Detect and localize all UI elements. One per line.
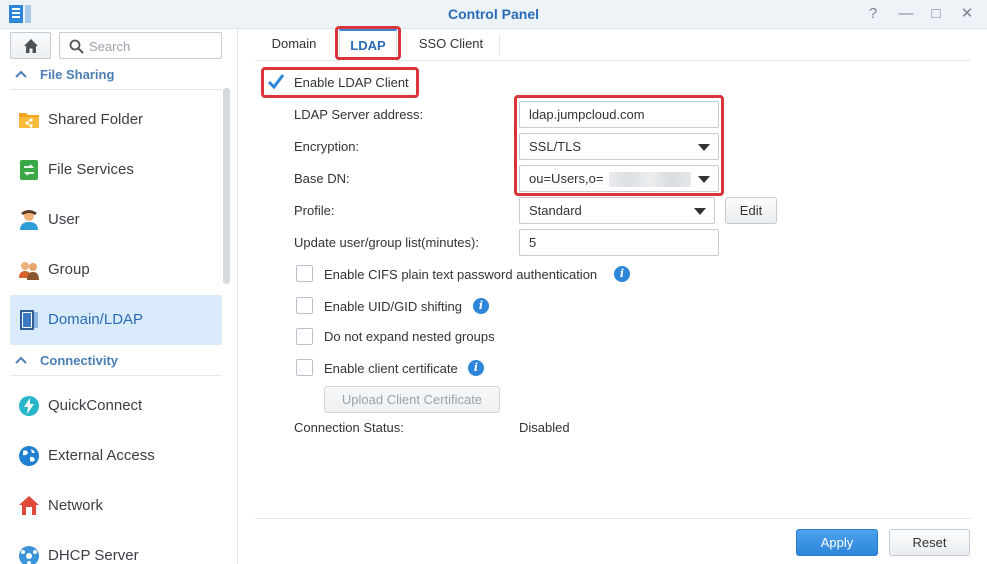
sidebar-item-label: Group xyxy=(48,261,90,278)
profile-value: Standard xyxy=(529,203,582,218)
cifs-plain-text-checkbox[interactable] xyxy=(296,265,313,282)
tab-separator xyxy=(336,35,337,55)
base-dn-select[interactable]: ou=Users,o= xyxy=(519,165,719,192)
encryption-value: SSL/TLS xyxy=(529,139,582,154)
title-bar: Control Panel ? — □ ✕ xyxy=(0,0,987,29)
chevron-up-icon xyxy=(15,356,27,364)
dhcp-server-icon xyxy=(19,546,39,564)
sidebar-item-label: DHCP Server xyxy=(48,547,139,564)
upload-client-certificate-button[interactable]: Upload Client Certificate xyxy=(324,386,500,413)
uid-gid-shifting-label[interactable]: Enable UID/GID shifting xyxy=(324,299,462,314)
info-icon[interactable]: i xyxy=(473,298,489,314)
info-icon[interactable]: i xyxy=(468,360,484,376)
sidebar-item-dhcp-server[interactable]: DHCP Server xyxy=(10,531,222,564)
maximize-icon[interactable]: □ xyxy=(926,4,946,24)
apply-button[interactable]: Apply xyxy=(796,529,878,556)
group-icon xyxy=(19,262,39,280)
client-certificate-label[interactable]: Enable client certificate xyxy=(324,361,458,376)
profile-select[interactable]: Standard xyxy=(519,197,715,224)
globe-icon xyxy=(19,446,39,466)
window-title: Control Panel xyxy=(447,6,539,22)
section-file-sharing[interactable]: File Sharing xyxy=(10,62,222,90)
network-icon xyxy=(19,496,39,515)
home-button[interactable] xyxy=(10,32,51,59)
profile-label: Profile: xyxy=(294,203,335,218)
tab-separator xyxy=(499,35,500,55)
redacted-area xyxy=(609,172,691,187)
update-interval-value: 5 xyxy=(529,235,537,250)
base-dn-label: Base DN: xyxy=(294,171,350,186)
section-label: File Sharing xyxy=(40,67,115,82)
domain-ldap-icon xyxy=(20,310,38,330)
server-address-input[interactable]: ldap.jumpcloud.com xyxy=(519,101,719,128)
sidebar-item-shared-folder[interactable]: Shared Folder xyxy=(10,95,222,145)
server-address-label: LDAP Server address: xyxy=(294,107,424,122)
edit-profile-button[interactable]: Edit xyxy=(725,197,777,224)
quickconnect-icon xyxy=(19,396,39,416)
search-box[interactable] xyxy=(59,32,222,59)
chevron-up-icon xyxy=(15,70,27,78)
update-interval-label: Update user/group list(minutes): xyxy=(294,235,479,250)
minimize-icon[interactable]: — xyxy=(896,4,916,24)
section-connectivity[interactable]: Connectivity xyxy=(10,348,222,376)
tab-ldap[interactable]: LDAP xyxy=(339,29,397,61)
dropdown-caret-icon xyxy=(698,144,710,151)
sidebar-item-label: External Access xyxy=(48,447,155,464)
connection-status-label: Connection Status: xyxy=(294,420,404,435)
footer-divider xyxy=(255,518,971,519)
enable-ldap-label[interactable]: Enable LDAP Client xyxy=(294,75,409,90)
server-address-value: ldap.jumpcloud.com xyxy=(529,107,645,122)
home-icon xyxy=(24,39,38,53)
sidebar: File Sharing Shared Folder File Services… xyxy=(0,29,238,564)
tab-domain[interactable]: Domain xyxy=(255,29,333,61)
checkmark-icon xyxy=(267,74,285,90)
sidebar-item-external-access[interactable]: External Access xyxy=(10,431,222,481)
search-icon xyxy=(69,39,84,54)
base-dn-value: ou=Users,o= xyxy=(529,171,604,186)
reset-button[interactable]: Reset xyxy=(889,529,970,556)
shared-folder-icon xyxy=(19,113,39,128)
sidebar-item-user[interactable]: User xyxy=(10,195,222,245)
sidebar-item-label: Domain/LDAP xyxy=(48,311,144,328)
info-icon[interactable]: i xyxy=(614,266,630,282)
sidebar-item-network[interactable]: Network xyxy=(10,481,222,531)
dropdown-caret-icon xyxy=(694,208,706,215)
sidebar-scrollbar[interactable] xyxy=(223,88,230,284)
main-panel: Domain LDAP SSO Client Enable LDAP Clien… xyxy=(239,26,987,564)
dropdown-caret-icon xyxy=(698,176,710,183)
sidebar-item-label: User xyxy=(48,211,80,228)
sidebar-item-label: Network xyxy=(48,497,104,514)
close-icon[interactable]: ✕ xyxy=(957,4,977,24)
sidebar-item-domain-ldap[interactable]: Domain/LDAP xyxy=(10,295,222,345)
update-interval-input[interactable]: 5 xyxy=(519,229,719,256)
enable-ldap-checkbox[interactable] xyxy=(267,73,285,90)
sidebar-item-quickconnect[interactable]: QuickConnect xyxy=(10,381,222,431)
search-input[interactable] xyxy=(89,37,217,55)
encryption-select[interactable]: SSL/TLS xyxy=(519,133,719,160)
nested-groups-checkbox[interactable] xyxy=(296,328,313,345)
section-label: Connectivity xyxy=(40,353,119,368)
tab-sso-client[interactable]: SSO Client xyxy=(405,29,497,61)
help-icon[interactable]: ? xyxy=(863,4,883,24)
file-services-icon xyxy=(20,160,38,180)
nested-groups-label[interactable]: Do not expand nested groups xyxy=(324,329,495,344)
uid-gid-shifting-checkbox[interactable] xyxy=(296,297,313,314)
sidebar-item-group[interactable]: Group xyxy=(10,245,222,295)
sidebar-item-label: Shared Folder xyxy=(48,111,144,128)
encryption-label: Encryption: xyxy=(294,139,360,154)
tab-bar: Domain LDAP SSO Client xyxy=(255,29,971,61)
connection-status-value: Disabled xyxy=(519,420,570,435)
sidebar-item-file-services[interactable]: File Services xyxy=(10,145,222,195)
user-icon xyxy=(20,210,38,230)
sidebar-item-label: QuickConnect xyxy=(48,397,143,414)
cifs-plain-text-label[interactable]: Enable CIFS plain text password authenti… xyxy=(324,267,597,282)
sidebar-item-label: File Services xyxy=(48,161,134,178)
client-certificate-checkbox[interactable] xyxy=(296,359,313,376)
